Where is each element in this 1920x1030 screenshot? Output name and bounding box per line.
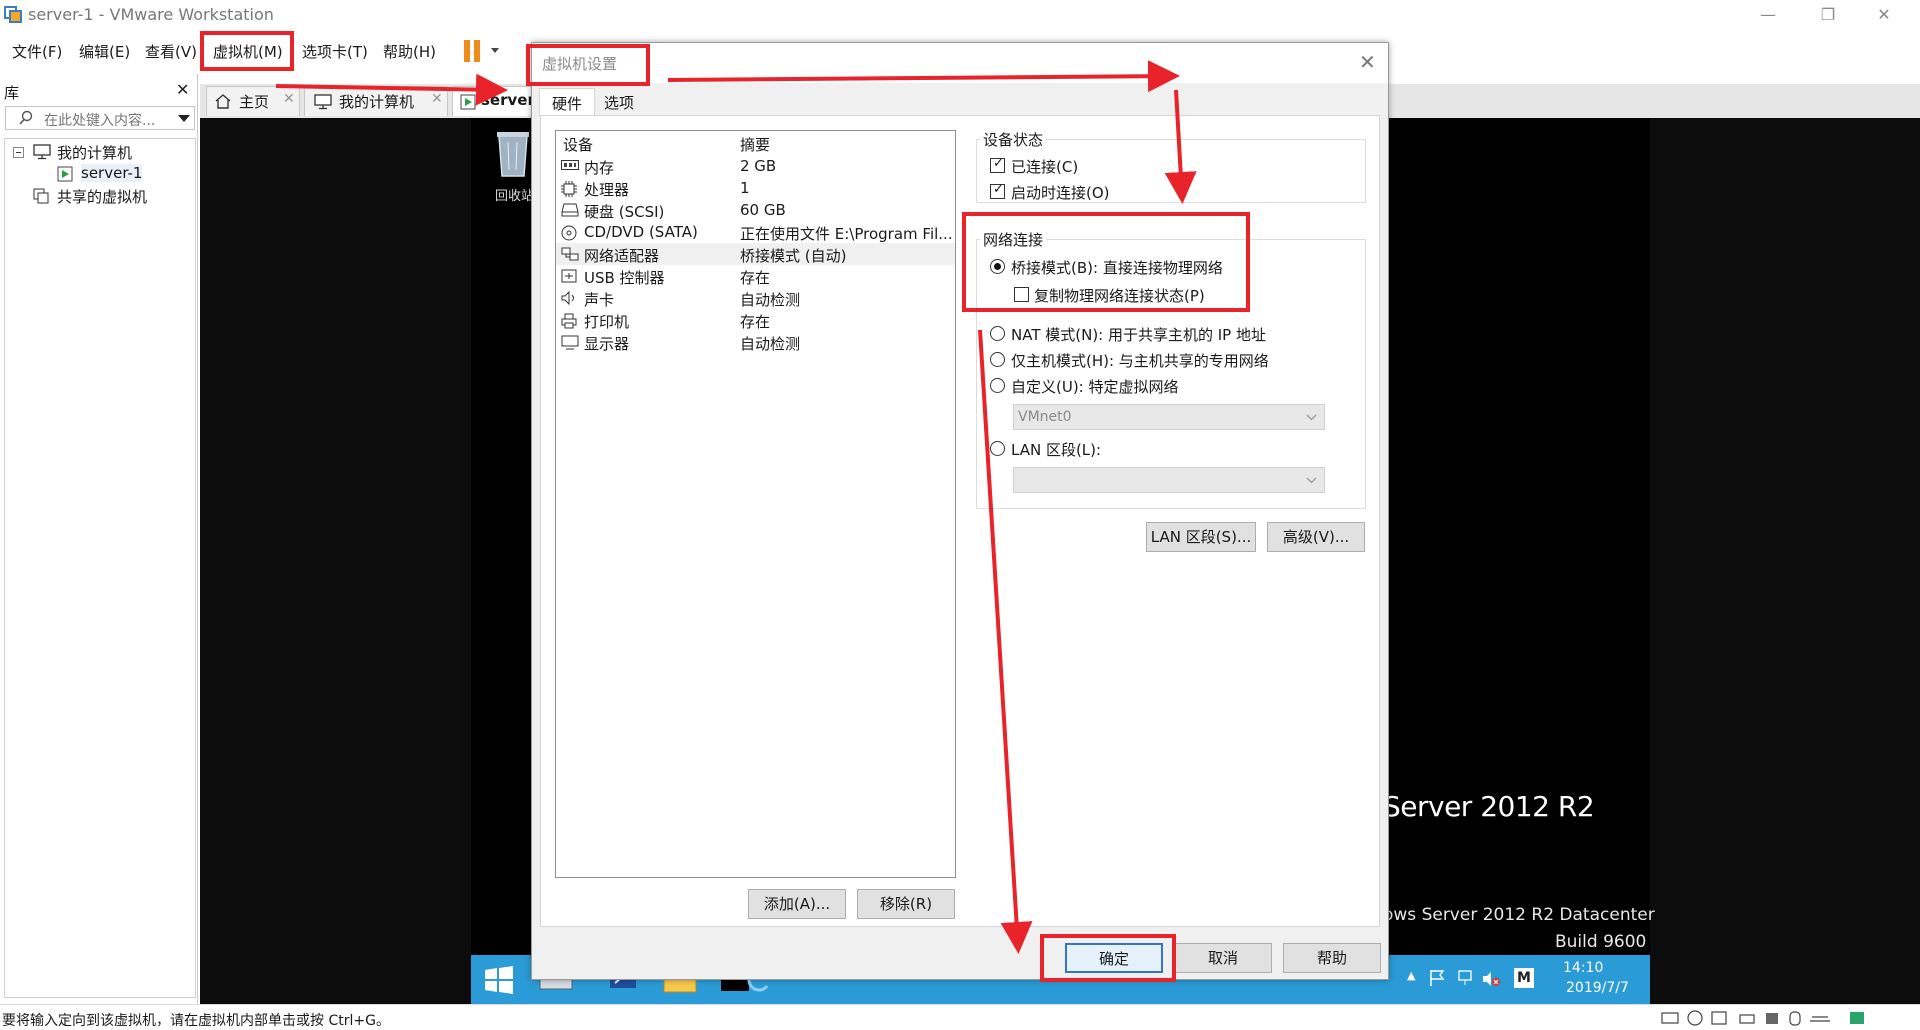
arrow-menu-to-dialog xyxy=(275,73,508,106)
annotation-arrows xyxy=(275,60,1197,954)
arrow-down-to-ok xyxy=(978,329,1033,954)
arrow-title-right xyxy=(667,60,1180,93)
arrow-down-to-network xyxy=(1164,89,1197,204)
